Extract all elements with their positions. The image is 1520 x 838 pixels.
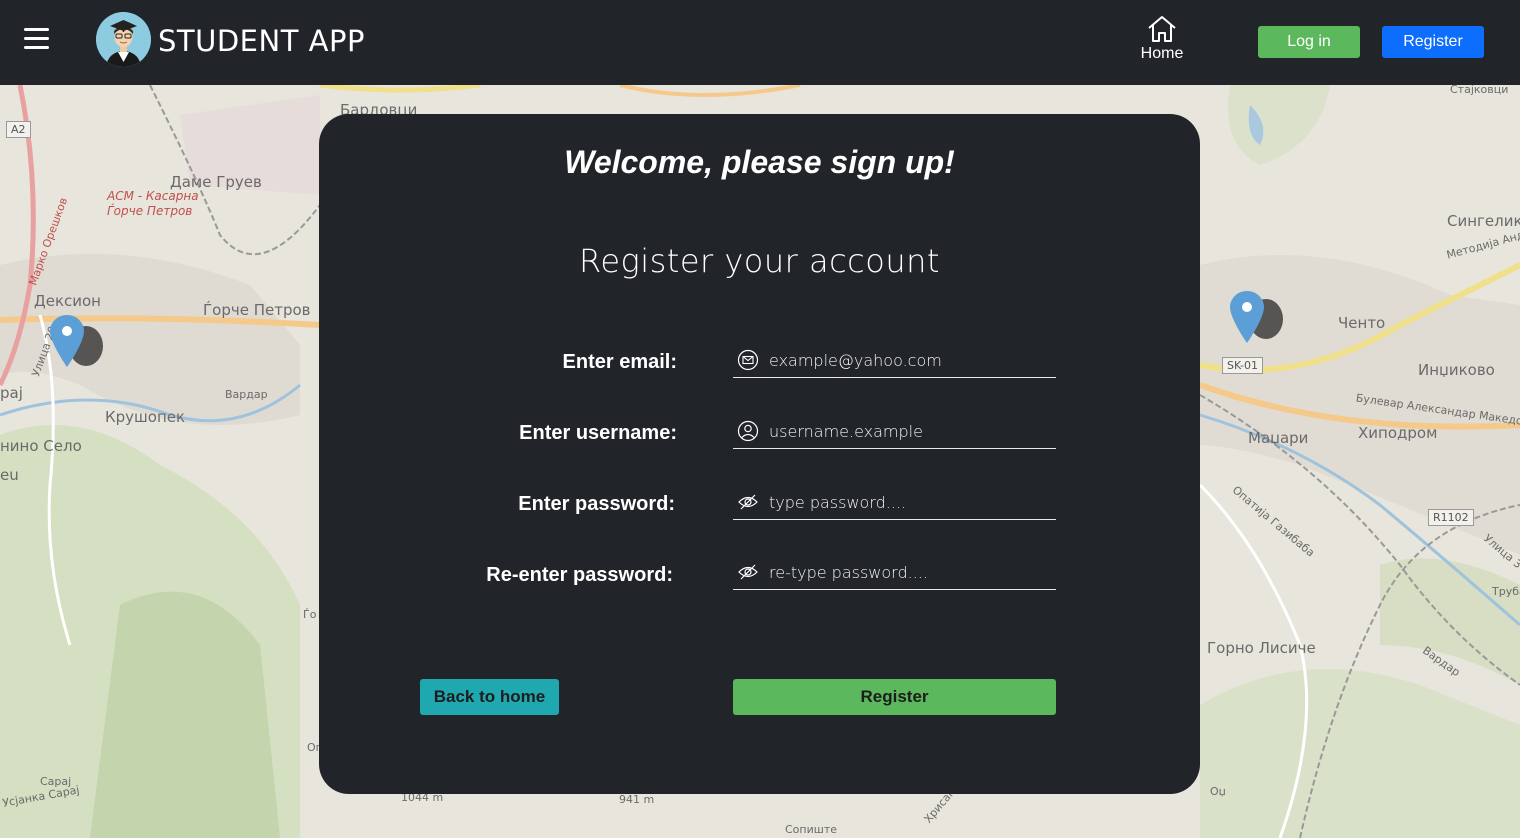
map-label: eu (0, 466, 19, 484)
back-to-home-button[interactable]: Back to home (420, 679, 559, 715)
eye-slash-icon[interactable] (737, 561, 759, 583)
password-field (733, 485, 1056, 520)
map-label: Крушопек (105, 408, 186, 426)
home-label: Home (1140, 45, 1184, 62)
top-navbar: STUDENT APP Home Log in Register (0, 0, 1520, 85)
house-icon (1148, 16, 1176, 42)
map-label: Ѓорче Петров (107, 204, 193, 218)
email-field (733, 343, 1056, 378)
username-label: Enter username: (519, 422, 677, 444)
map-label: АСМ - Касарна (107, 189, 199, 203)
map-pin-icon[interactable] (48, 313, 108, 393)
map-label: Трубарево (1492, 585, 1520, 598)
road-badge: R1102 (1428, 509, 1474, 526)
welcome-heading: Welcome, please sign up! (564, 144, 955, 180)
confirm-password-input[interactable] (769, 559, 1049, 585)
user-circle-icon (737, 420, 759, 442)
register-nav-button[interactable]: Register (1382, 26, 1484, 58)
email-label: Enter email: (562, 351, 677, 373)
map-label: Горно Лисиче (1207, 639, 1316, 657)
map-label: Дексион (34, 292, 101, 310)
map-label: Ченто (1338, 314, 1386, 332)
road-badge: A2 (6, 121, 31, 138)
envelope-icon (737, 349, 759, 371)
map-pin-icon[interactable] (1228, 289, 1288, 369)
register-submit-button[interactable]: Register (733, 679, 1056, 715)
map-label: paj (0, 384, 23, 402)
map-label: Стајковци (1450, 85, 1509, 96)
password-input[interactable] (769, 489, 1049, 515)
map-label: Инџиково (1418, 361, 1495, 379)
confirm-password-field (733, 555, 1056, 590)
email-input[interactable] (769, 347, 1049, 373)
signup-card: Welcome, please sign up! Register your a… (319, 114, 1200, 794)
map-label: Сопиште (785, 823, 837, 836)
eye-slash-icon[interactable] (737, 491, 759, 513)
map-label: 941 m (619, 793, 655, 806)
password-label: Enter password: (518, 493, 675, 515)
map-label: Оџ (1210, 785, 1226, 798)
student-graduate-avatar[interactable] (96, 12, 151, 67)
map-label: Сингелик (1447, 212, 1520, 230)
map-label: Маџари (1248, 429, 1309, 447)
map-label: Ѓорче Петров (203, 301, 311, 319)
confirm-password-label: Re-enter password: (486, 564, 673, 586)
map-label: Ѓо (303, 608, 317, 621)
username-field (733, 414, 1056, 449)
map-label: Хиподром (1358, 424, 1438, 442)
map-label: нино Село (0, 437, 82, 455)
register-subtitle: Register your account (579, 242, 940, 280)
app-title: STUDENT APP (158, 24, 365, 58)
home-nav-link[interactable]: Home (1132, 14, 1192, 63)
hamburger-menu-icon[interactable] (24, 28, 49, 50)
login-button[interactable]: Log in (1258, 26, 1360, 58)
map-label: Вардар (225, 388, 268, 401)
username-input[interactable] (769, 418, 1049, 444)
